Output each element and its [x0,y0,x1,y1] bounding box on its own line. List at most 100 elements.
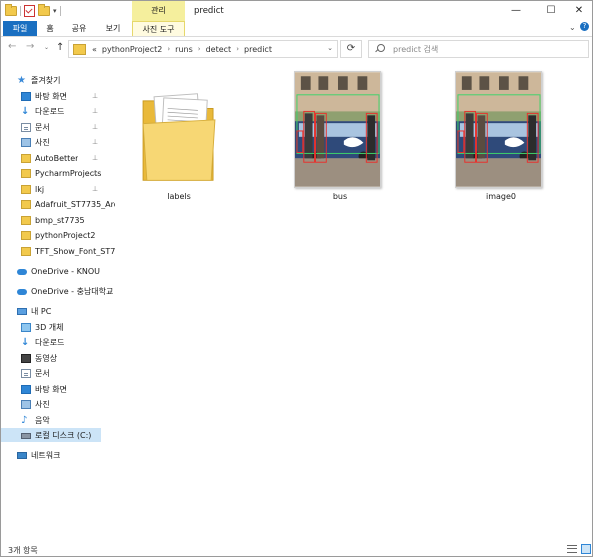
sidebar-item-label: 바탕 화면 [35,384,67,394]
document-icon [21,368,31,378]
cloud-icon [17,269,27,275]
sidebar-item-label: 로컬 디스크 (C:) [35,430,92,440]
address-bar[interactable]: « pythonProject2 › runs › detect › predi… [68,40,338,58]
customize-toolbar-icon[interactable]: ▾ [53,7,57,15]
sidebar-item-network[interactable]: 네트워크 [1,448,121,462]
sidebar-item-local-disk[interactable]: 로컬 디스크 (C:) [1,428,101,442]
breadcrumb-separator-icon[interactable]: › [236,45,239,53]
context-tab-group-manage[interactable]: 관리 [132,1,185,21]
star-icon: ★ [17,74,26,86]
folder-icon [21,199,31,209]
file-item-image[interactable]: bus [292,61,388,211]
breadcrumb-item[interactable]: predict [244,45,272,54]
network-icon [17,451,27,459]
sidebar-item-label: 네트워크 [31,450,61,460]
tab-home[interactable]: 홈 [41,21,59,36]
address-history-icon[interactable]: ⌄ [327,44,333,52]
new-folder-icon[interactable] [38,4,50,16]
music-icon: ♪ [21,414,28,426]
pin-icon[interactable]: ⊥ [92,92,98,100]
sidebar-item-label: 다운로드 [35,337,65,347]
sidebar-item-label: 3D 개체 [35,322,64,332]
cloud-icon [17,289,27,295]
sidebar-item-label: bmp_st7735 [35,215,85,225]
breadcrumb-item[interactable]: detect [206,45,232,54]
navigation-pane: ★ 즐겨찾기 바탕 화면 ⊥ ↓ 다운로드 ⊥ 문서 ⊥ 사진 ⊥ AutoBe… [1,71,115,541]
desktop-icon [21,384,31,394]
forward-button[interactable]: → [26,41,34,52]
folder-icon [21,153,31,163]
sidebar-item-quick-access[interactable]: ★ 즐겨찾기 [1,73,121,87]
folder-icon [21,246,31,256]
breadcrumb-separator-icon[interactable]: › [198,45,201,53]
tab-view[interactable]: 보기 [101,21,125,36]
tab-share[interactable]: 공유 [67,21,91,36]
quick-access-toolbar: ▾ [5,4,61,17]
help-icon[interactable]: ? [580,22,589,31]
pin-icon[interactable]: ⊥ [92,154,98,162]
breadcrumb-separator-icon[interactable]: › [167,45,170,53]
up-button[interactable]: ↑ [56,42,64,53]
folder-icon [21,215,31,225]
close-button[interactable]: ✕ [564,1,594,21]
file-item-folder[interactable]: labels [131,61,227,211]
sidebar-item-label: 내 PC [31,306,52,316]
pin-icon[interactable]: ⊥ [92,185,98,193]
pictures-icon [21,399,31,409]
sidebar-item-label: 사진 [35,399,50,409]
sidebar-item-this-pc[interactable]: 내 PC [1,304,121,318]
pictures-icon [21,137,31,147]
sidebar-item-label: AutoBetter [35,153,79,163]
ribbon-expand-icon[interactable]: ⌄ [569,23,576,32]
minimize-button[interactable]: — [501,1,531,21]
recent-locations-icon[interactable]: ⌄ [44,44,49,51]
item-count: 3개 항목 [8,546,38,555]
sidebar-item-onedrive-cnu[interactable]: OneDrive - 충남대학교 [1,284,121,298]
breadcrumb-item[interactable]: runs [175,45,193,54]
drive-icon [21,433,31,439]
file-name: image0 [485,192,516,201]
sidebar-item-label: 사진 [35,137,50,147]
file-list: labels bus image0 [105,61,593,539]
refresh-button[interactable]: ⟳ [340,40,362,58]
sidebar-item-label: OneDrive - KNOU [31,266,100,276]
maximize-button[interactable]: ☐ [536,1,566,21]
folder-icon [5,4,17,16]
sidebar-item-label: 음악 [35,415,50,425]
large-icons-view-icon[interactable] [581,544,591,554]
folder-icon [21,230,31,240]
sidebar-item-label: 동영상 [35,353,58,363]
document-icon [21,122,31,132]
file-item-image[interactable]: image0 [453,61,549,211]
sidebar-item-label: 다운로드 [35,106,65,116]
pin-icon[interactable]: ⊥ [92,123,98,131]
back-button[interactable]: ← [8,41,16,52]
sidebar-item-label: Adafruit_ST7735_Arduino [35,199,115,209]
search-icon [377,44,385,52]
breadcrumb-item[interactable]: pythonProject2 [102,45,162,54]
sidebar-item-label: 문서 [35,122,50,132]
sidebar-item-label: 즐겨찾기 [31,75,61,85]
sidebar-item-label: pythonProject2 [35,230,96,240]
pin-icon[interactable]: ⊥ [92,169,98,177]
download-icon: ↓ [21,105,30,117]
address-row: ← → ⌄ ↑ « pythonProject2 › runs › detect… [1,37,592,61]
breadcrumb-overflow[interactable]: « [92,45,97,54]
folder-icon [73,43,86,55]
desktop-icon [21,91,31,101]
download-icon: ↓ [21,336,30,348]
tab-file[interactable]: 파일 [3,21,37,36]
pin-icon[interactable]: ⊥ [92,107,98,115]
separator [20,6,21,16]
image-thumbnail [294,71,381,188]
pin-icon[interactable]: ⊥ [92,138,98,146]
title-bar: ▾ 관리 predict — ☐ ✕ [1,1,592,21]
file-name: bus [332,192,348,201]
properties-icon[interactable] [24,5,35,17]
tab-picture-tools[interactable]: 사진 도구 [132,21,185,36]
status-bar: 3개 항목 [1,541,592,557]
search-placeholder: predict 검색 [393,45,439,54]
sidebar-item-onedrive-knou[interactable]: OneDrive - KNOU [1,264,121,278]
search-input[interactable]: predict 검색 [368,40,589,58]
details-view-icon[interactable] [567,545,577,553]
